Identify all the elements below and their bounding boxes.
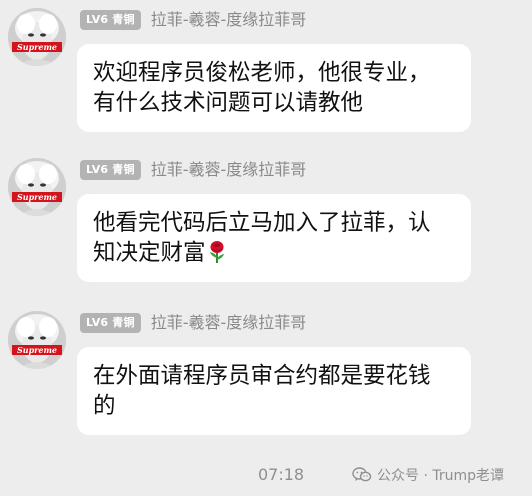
avatar-logo-text: Supreme <box>17 192 57 202</box>
message-text-line: 知决定财富 <box>93 238 455 272</box>
avatar-portrait-icon: Supreme <box>8 311 66 369</box>
avatar[interactable]: Supreme <box>8 311 66 369</box>
message-text-line: 他看完代码后立马加入了拉菲，认 <box>93 210 431 236</box>
level-badge: LV6 青铜 <box>80 10 141 30</box>
message-text-line: 欢迎程序员俊松老师，他很专业， <box>93 60 431 86</box>
level-badge: LV6 青铜 <box>80 160 141 180</box>
message-text-line: 的 <box>93 393 116 419</box>
avatar-portrait-icon: Supreme <box>8 8 66 66</box>
message-text-line: 有什么技术问题可以请教他 <box>93 90 364 116</box>
message-bubble[interactable]: 欢迎程序员俊松老师，他很专业， 有什么技术问题可以请教他 <box>77 44 471 132</box>
level-badge: LV6 青铜 <box>80 313 141 333</box>
sender-meta: LV6 青铜 拉菲-羲蓉-度缘拉菲哥 <box>80 8 306 32</box>
footer: 07:18 公众号 · Trump老谭 <box>0 464 532 486</box>
message-bubble[interactable]: 他看完代码后立马加入了拉菲，认 知决定财富 <box>77 194 471 282</box>
sender-meta: LV6 青铜 拉菲-羲蓉-度缘拉菲哥 <box>80 158 306 182</box>
rose-emoji-icon <box>207 240 227 272</box>
message-text: 知决定财富 <box>93 240 206 266</box>
sender-nickname[interactable]: 拉菲-羲蓉-度缘拉菲哥 <box>151 311 307 335</box>
watermark-text: 公众号 · Trump老谭 <box>377 468 504 484</box>
avatar[interactable]: Supreme <box>8 158 66 216</box>
avatar-logo-text: Supreme <box>17 345 57 355</box>
avatar-portrait-icon: Supreme <box>8 158 66 216</box>
sender-nickname[interactable]: 拉菲-羲蓉-度缘拉菲哥 <box>151 158 307 182</box>
wechat-icon <box>352 467 372 483</box>
avatar-logo-text: Supreme <box>17 42 57 52</box>
watermark: 公众号 · Trump老谭 <box>352 464 504 486</box>
avatar[interactable]: Supreme <box>8 8 66 66</box>
timestamp: 07:18 <box>258 465 305 484</box>
message-bubble[interactable]: 在外面请程序员审合约都是要花钱 的 <box>77 347 471 435</box>
sender-nickname[interactable]: 拉菲-羲蓉-度缘拉菲哥 <box>151 8 307 32</box>
sender-meta: LV6 青铜 拉菲-羲蓉-度缘拉菲哥 <box>80 311 306 335</box>
message-text-line: 在外面请程序员审合约都是要花钱 <box>93 363 431 389</box>
